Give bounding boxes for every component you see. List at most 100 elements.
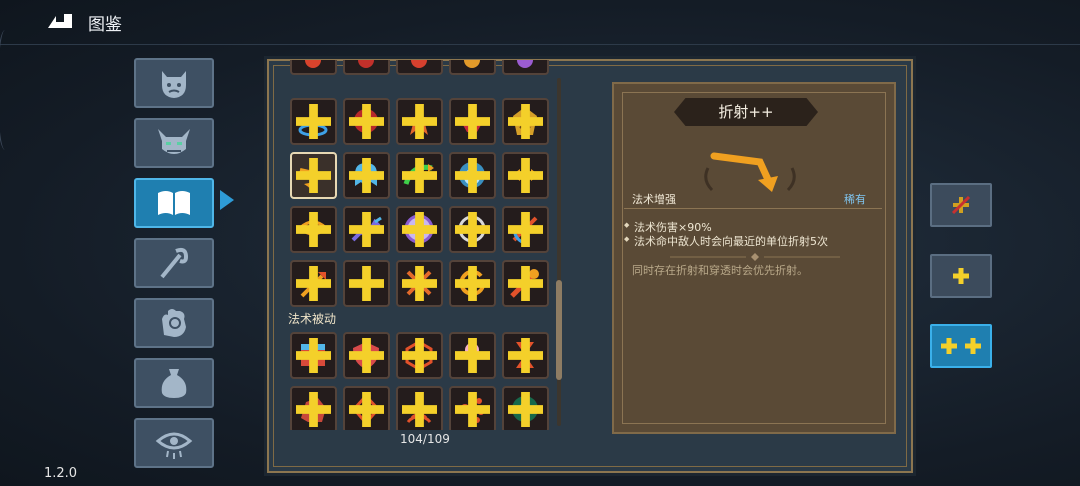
plus-badge-icon: [508, 158, 543, 193]
effect-line: 法术命中敌人时会向最近的单位折射5次: [624, 233, 828, 249]
item-cell[interactable]: [396, 60, 443, 75]
spell-icon: [517, 60, 533, 68]
item-cell[interactable]: [343, 206, 390, 253]
item-cell[interactable]: [290, 332, 337, 379]
item-cell[interactable]: [343, 152, 390, 199]
item-cell[interactable]: [290, 260, 337, 307]
spell-icon: [411, 60, 427, 68]
item-cell[interactable]: [396, 332, 443, 379]
card-note: 同时存在折射和穿透时会优先折射。: [632, 264, 808, 277]
item-cell[interactable]: [290, 206, 337, 253]
card-title: 折射++: [718, 103, 774, 121]
item-cell[interactable]: [290, 98, 337, 145]
top-bar: 图鉴: [0, 0, 1080, 45]
plus-badge-icon: [296, 212, 331, 247]
version-label: 1.2.0: [44, 466, 78, 481]
pouch-icon: [161, 369, 187, 398]
item-cell[interactable]: [449, 152, 496, 199]
item-cell[interactable]: [396, 206, 443, 253]
item-cell[interactable]: [396, 98, 443, 145]
item-cell[interactable]: [343, 260, 390, 307]
staff-icon: [160, 247, 189, 279]
plus-badge-icon: [349, 158, 384, 193]
plus-badge-icon: [296, 338, 331, 373]
demon-face-icon: [162, 71, 186, 98]
item-cell[interactable]: [343, 386, 390, 430]
item-cell[interactable]: [343, 60, 390, 75]
plus-badge-icon: [455, 158, 490, 193]
plus-badge-icon: [455, 104, 490, 139]
plus-badge-icon: [402, 338, 437, 373]
item-cell[interactable]: [396, 260, 443, 307]
plus-badge-icon: [508, 266, 543, 301]
page-title: 图鉴: [88, 15, 122, 35]
plus-badge-icon: [508, 212, 543, 247]
plus-badge-icon: [349, 392, 384, 427]
plus-badge-icon: [402, 392, 437, 427]
refraction-arrow-icon: [704, 152, 796, 192]
plus-badge-icon: [349, 212, 384, 247]
level-plus-button[interactable]: [930, 254, 992, 298]
section-label-passive: 法术被动: [288, 312, 337, 326]
item-cell[interactable]: [502, 60, 549, 75]
eye-icon: [155, 432, 193, 459]
item-cell[interactable]: [449, 332, 496, 379]
plus-icon: [953, 268, 969, 284]
spell-icon: [305, 60, 321, 68]
plus-badge-icon: [296, 104, 331, 139]
level-plus-plus-button[interactable]: [930, 324, 992, 368]
nav-book[interactable]: [134, 178, 214, 228]
level-disabled-button[interactable]: [930, 183, 992, 227]
plus-badge-icon: [508, 392, 543, 427]
crossed-plus-icon: [951, 195, 971, 215]
plus-badge-icon: [296, 392, 331, 427]
item-cell[interactable]: [502, 206, 549, 253]
back-arrow-icon[interactable]: [42, 10, 78, 34]
nav-horned-mask[interactable]: [134, 118, 214, 168]
nav-staff[interactable]: [134, 238, 214, 288]
plus-badge-icon: [296, 158, 331, 193]
item-cell[interactable]: [502, 152, 549, 199]
item-cell[interactable]: [449, 206, 496, 253]
nav-pouch[interactable]: [134, 358, 214, 408]
nav-demon-face[interactable]: [134, 58, 214, 108]
item-cell[interactable]: [449, 60, 496, 75]
collection-count: 104/109: [400, 432, 450, 446]
plus-badge-icon: [455, 212, 490, 247]
item-cell[interactable]: [502, 332, 549, 379]
item-cell[interactable]: [396, 152, 443, 199]
plus-badge-icon: [296, 266, 331, 301]
item-grid[interactable]: [286, 60, 556, 430]
spell-icon: [464, 60, 480, 68]
item-cell[interactable]: [449, 98, 496, 145]
plus-badge-icon: [455, 266, 490, 301]
item-cell[interactable]: [502, 260, 549, 307]
double-plus-icon: [941, 338, 981, 354]
item-cell[interactable]: [396, 386, 443, 430]
book-icon: [158, 191, 190, 215]
item-cell[interactable]: [290, 60, 337, 75]
plus-badge-icon: [402, 158, 437, 193]
item-cell[interactable]: [290, 386, 337, 430]
hand-icon: [162, 309, 186, 337]
plus-badge-icon: [349, 266, 384, 301]
card-rarity: 稀有: [844, 193, 866, 206]
plus-badge-icon: [455, 338, 490, 373]
item-cell[interactable]: [502, 98, 549, 145]
item-cell-selected[interactable]: [290, 152, 337, 199]
plus-badge-icon: [402, 104, 437, 139]
scrollbar-thumb[interactable]: [556, 280, 562, 380]
item-cell[interactable]: [502, 386, 549, 430]
item-cell[interactable]: [449, 260, 496, 307]
item-cell[interactable]: [343, 332, 390, 379]
plus-badge-icon: [402, 266, 437, 301]
card-type: 法术增强: [632, 193, 676, 206]
item-cell[interactable]: [343, 98, 390, 145]
nav-eye[interactable]: [134, 418, 214, 468]
plus-badge-icon: [455, 392, 490, 427]
horned-mask-icon: [158, 129, 190, 154]
ornament-divider: [670, 253, 840, 261]
item-cell[interactable]: [449, 386, 496, 430]
active-nav-arrow-icon: [220, 190, 234, 210]
nav-hand[interactable]: [134, 298, 214, 348]
